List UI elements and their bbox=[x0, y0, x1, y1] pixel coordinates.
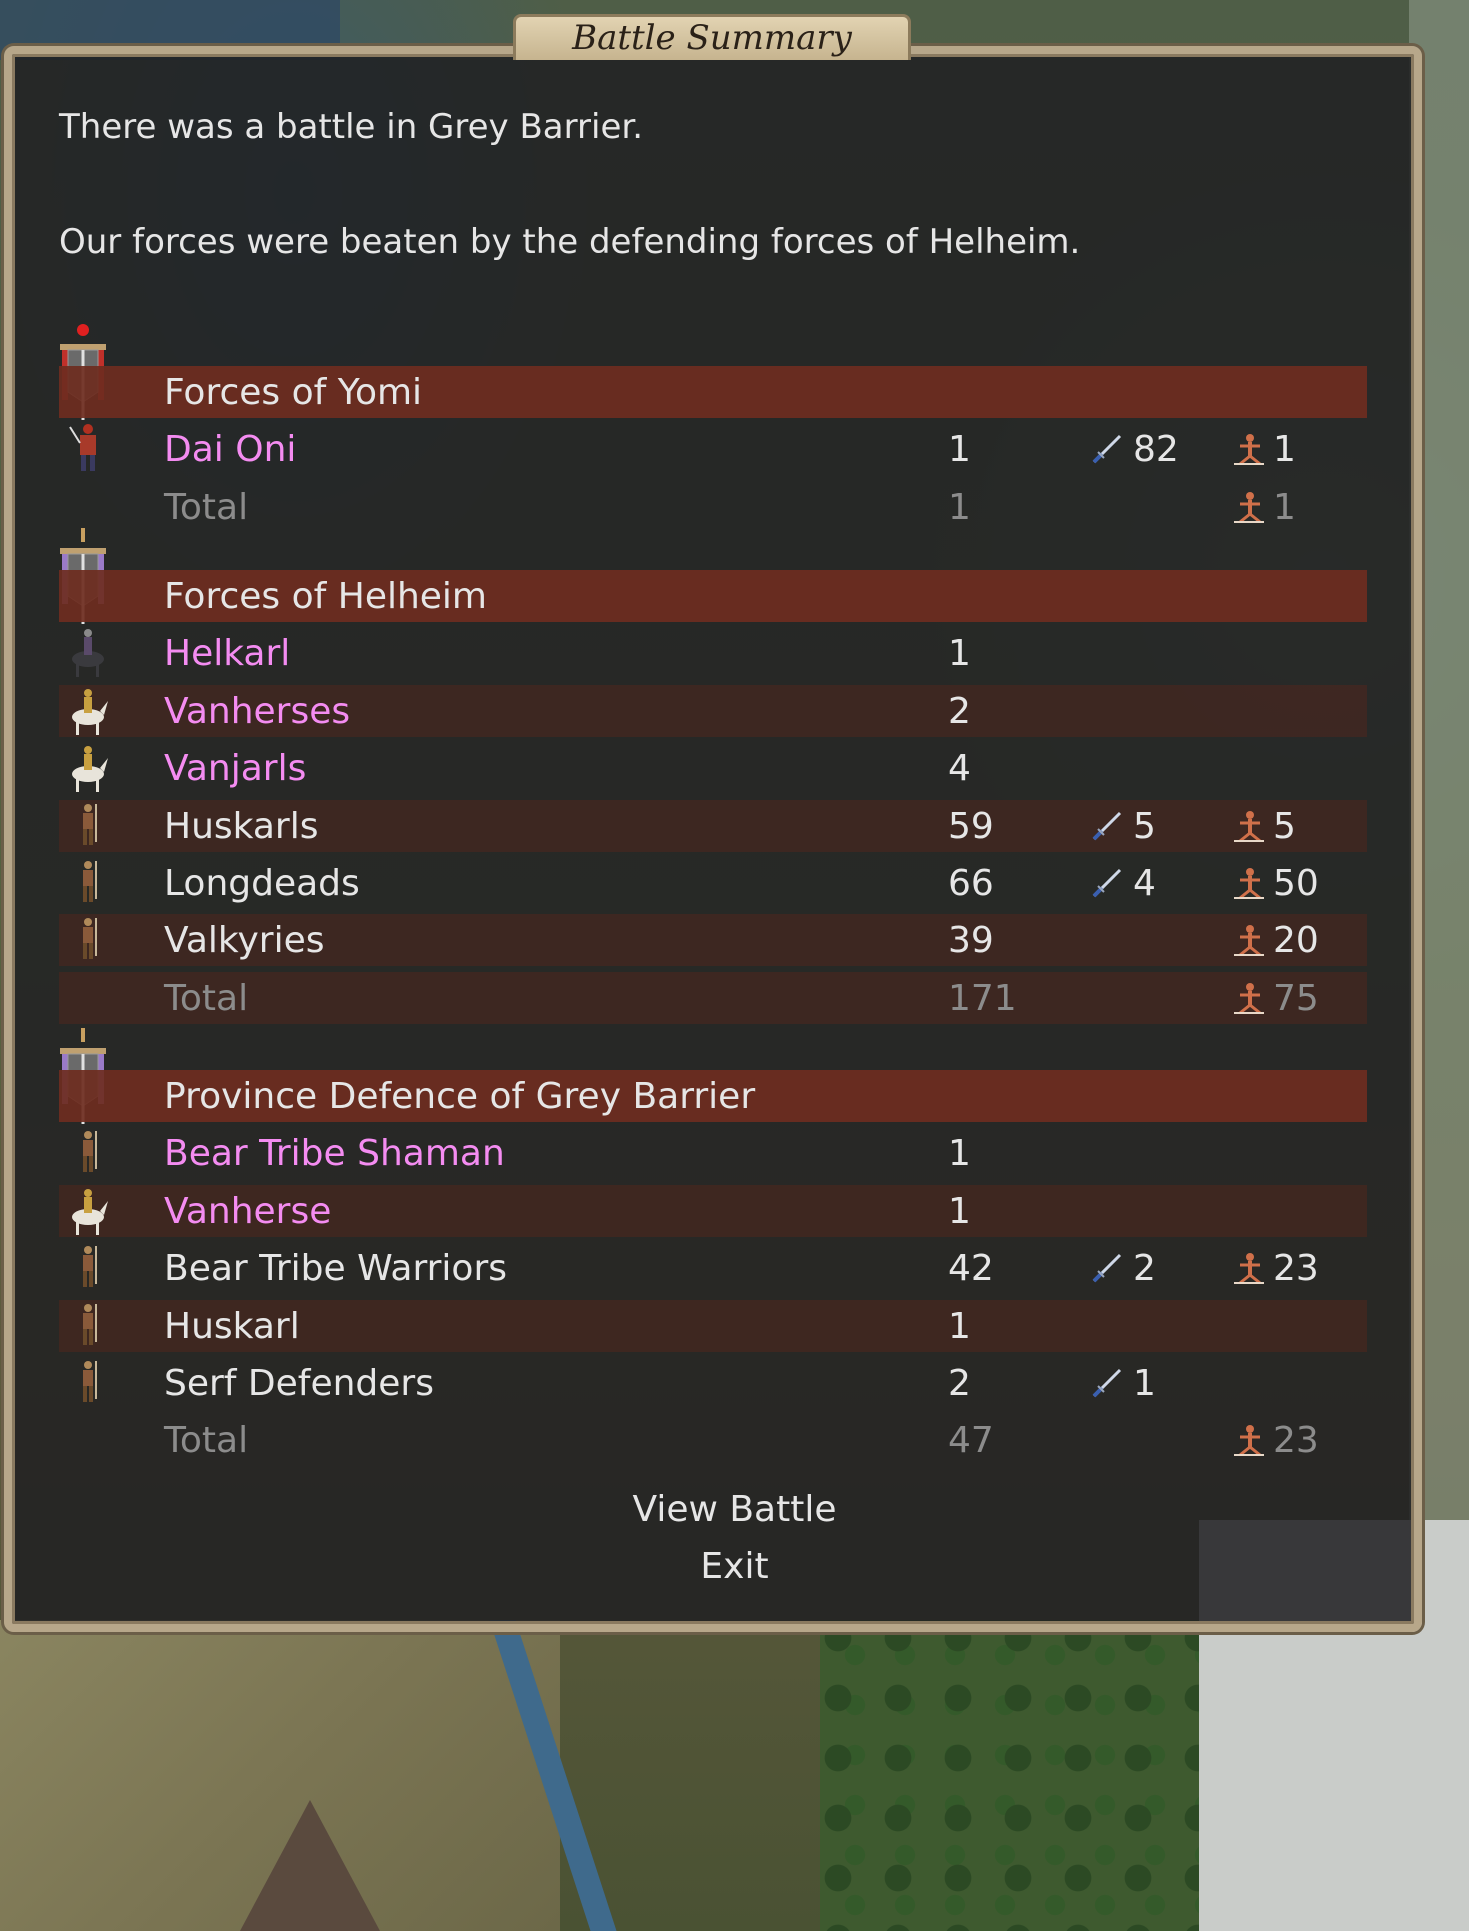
total-count: 47 bbox=[948, 1420, 994, 1462]
total-losses: 23 bbox=[1273, 1420, 1319, 1462]
commander-name[interactable]: Vanherses bbox=[164, 690, 350, 734]
total-losses: 1 bbox=[1273, 486, 1296, 528]
kills-value: 4 bbox=[1133, 863, 1156, 904]
forest-area bbox=[820, 1620, 1240, 1931]
total-label: Total bbox=[164, 486, 249, 528]
unit-count: 39 bbox=[948, 920, 994, 962]
battle-location-message: There was a battle in Grey Barrier. bbox=[59, 107, 644, 147]
kills-value: 2 bbox=[1133, 1248, 1156, 1290]
unit-count: 1 bbox=[948, 429, 971, 471]
losses-value: 5 bbox=[1273, 805, 1296, 847]
unit-name[interactable]: Huskarl bbox=[164, 1305, 300, 1349]
unit-count: 1 bbox=[948, 633, 971, 675]
commander-name[interactable]: Helkarl bbox=[164, 632, 290, 676]
total-losses: 75 bbox=[1273, 977, 1319, 1019]
unit-count: 59 bbox=[948, 805, 994, 847]
unit-count: 2 bbox=[948, 1363, 971, 1404]
unit-count: 66 bbox=[948, 863, 994, 904]
fallen-soldier-icon bbox=[1232, 1251, 1266, 1285]
samurai-icon bbox=[64, 419, 112, 475]
unit-count: 4 bbox=[948, 748, 971, 790]
serf-icon bbox=[64, 1353, 112, 1409]
commander-name[interactable]: Vanherse bbox=[164, 1190, 331, 1234]
row-stripe bbox=[59, 971, 1367, 1024]
side-name: Forces of Yomi bbox=[164, 372, 423, 413]
white-horse-rider-icon bbox=[64, 1181, 112, 1237]
unit-count: 1 bbox=[948, 1190, 971, 1232]
unit-count: 1 bbox=[948, 1305, 971, 1347]
total-count: 1 bbox=[948, 486, 971, 528]
unit-name[interactable]: Bear Tribe Warriors bbox=[164, 1247, 507, 1291]
exit-button[interactable]: Exit bbox=[0, 1545, 1469, 1589]
commander-name[interactable]: Bear Tribe Shaman bbox=[164, 1132, 505, 1176]
white-horse-rider-icon bbox=[64, 681, 112, 737]
fallen-soldier-icon bbox=[1232, 432, 1266, 466]
shaman-icon bbox=[64, 1123, 112, 1179]
sword-icon bbox=[1090, 432, 1124, 466]
unit-count: 42 bbox=[948, 1248, 994, 1290]
warrior-icon bbox=[64, 796, 112, 852]
view-battle-button[interactable]: View Battle bbox=[0, 1488, 1469, 1532]
dialog-title: Battle Summary bbox=[513, 14, 911, 60]
unit-count: 2 bbox=[948, 690, 971, 732]
losses-value: 20 bbox=[1273, 920, 1319, 962]
unit-name[interactable]: Valkyries bbox=[164, 919, 324, 963]
total-label: Total bbox=[164, 977, 249, 1019]
fallen-soldier-icon bbox=[1232, 490, 1266, 524]
fallen-soldier-icon bbox=[1232, 809, 1266, 843]
kills-value: 82 bbox=[1133, 429, 1179, 471]
total-count: 171 bbox=[948, 977, 1017, 1019]
losses-value: 50 bbox=[1273, 863, 1319, 904]
side-name: Forces of Helheim bbox=[164, 576, 487, 617]
unit-name[interactable]: Serf Defenders bbox=[164, 1362, 434, 1406]
dark-rider-icon bbox=[64, 623, 112, 679]
unit-name[interactable]: Huskarls bbox=[164, 805, 318, 849]
battle-result-message: Our forces were beaten by the defending … bbox=[59, 222, 1081, 262]
warrior-icon bbox=[64, 1238, 112, 1294]
white-horse-rider-icon bbox=[64, 738, 112, 794]
losses-value: 1 bbox=[1273, 429, 1296, 471]
sword-icon bbox=[1090, 866, 1124, 900]
losses-value: 23 bbox=[1273, 1248, 1319, 1290]
unit-count: 1 bbox=[948, 1133, 971, 1175]
kills-value: 1 bbox=[1133, 1363, 1156, 1404]
total-label: Total bbox=[164, 1420, 249, 1462]
sword-icon bbox=[1090, 1366, 1124, 1400]
sword-icon bbox=[1090, 809, 1124, 843]
side-name: Province Defence of Grey Barrier bbox=[164, 1076, 756, 1117]
commander-name[interactable]: Vanjarls bbox=[164, 747, 306, 791]
archer-icon bbox=[64, 853, 112, 909]
fallen-soldier-icon bbox=[1232, 866, 1266, 900]
warrior-icon bbox=[64, 1296, 112, 1352]
mountain bbox=[240, 1800, 380, 1931]
kills-value: 5 bbox=[1133, 805, 1156, 847]
commander-name[interactable]: Dai Oni bbox=[164, 428, 296, 472]
fallen-soldier-icon bbox=[1232, 981, 1266, 1015]
sword-icon bbox=[1090, 1251, 1124, 1285]
fallen-soldier-icon bbox=[1232, 923, 1266, 957]
fallen-soldier-icon bbox=[1232, 1423, 1266, 1457]
valkyrie-icon bbox=[64, 910, 112, 966]
unit-name[interactable]: Longdeads bbox=[164, 862, 360, 906]
